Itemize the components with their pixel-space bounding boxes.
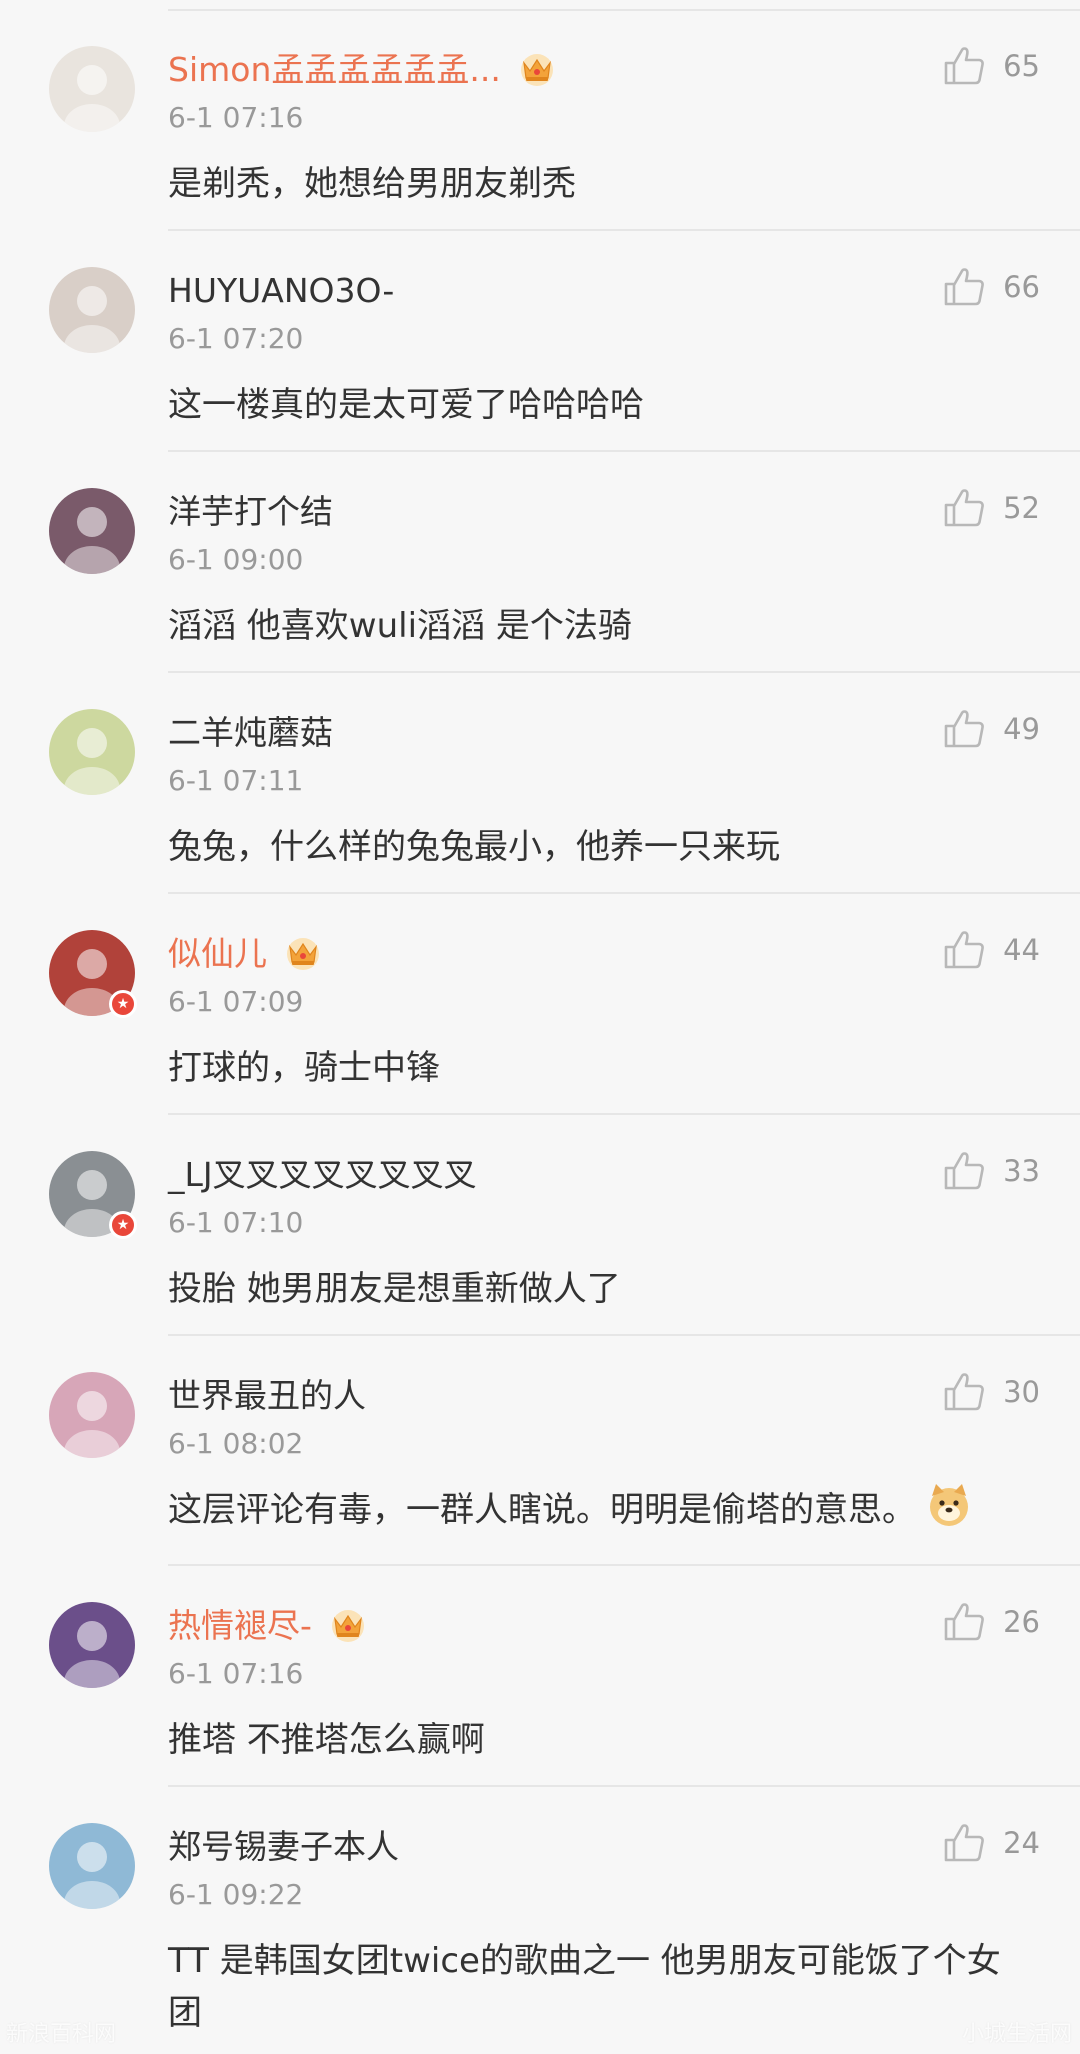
- avatar[interactable]: ★: [49, 1151, 137, 1239]
- like-button[interactable]: 33: [943, 1151, 1040, 1191]
- avatar-image: [49, 488, 135, 574]
- avatar[interactable]: [49, 46, 135, 132]
- comment-time: 6-1 07:16: [168, 1657, 304, 1690]
- comment-time: 6-1 07:20: [168, 322, 304, 355]
- comment-item: 世界最丑的人 6-1 08:02 这层评论有毒，一群人瞎说。明明是偷塔的意思。 …: [0, 1336, 1080, 1566]
- comment-time: 6-1 09:22: [168, 1878, 304, 1911]
- thumbs-up-icon: [944, 268, 984, 306]
- username[interactable]: Simon孟孟孟孟孟孟...: [168, 48, 557, 92]
- thumbs-up-icon: [944, 489, 984, 527]
- like-button[interactable]: 30: [943, 1372, 1040, 1412]
- avatar-image: [49, 267, 135, 353]
- like-count: 44: [1003, 933, 1040, 967]
- comment-text: 推塔 不推塔怎么赢啊: [168, 1720, 485, 1760]
- avatar[interactable]: ★: [49, 930, 137, 1018]
- username[interactable]: HUYUANO3O-: [168, 269, 394, 313]
- thumbs-up-icon: [944, 1373, 984, 1411]
- comment-text: 这层评论有毒，一群人瞎说。明明是偷塔的意思。: [168, 1483, 1030, 1536]
- avatar-portrait-icon: [49, 46, 135, 132]
- avatar-image: [49, 1602, 135, 1688]
- weibo-badge-icon: ★: [109, 990, 137, 1018]
- like-button[interactable]: 52: [943, 488, 1040, 528]
- avatar-portrait-icon: [49, 267, 135, 353]
- comment-text: 是剃秃，她想给男朋友剃秃: [168, 164, 576, 204]
- like-count: 26: [1003, 1605, 1040, 1639]
- comment-time: 6-1 09:00: [168, 543, 304, 576]
- comment-item: 洋芋打个结 6-1 09:00 滔滔 他喜欢wuli滔滔 是个法骑 52: [0, 452, 1080, 673]
- comment-item: Simon孟孟孟孟孟孟... 6-1 07:16 是剃秃，她想给男朋友剃秃 65: [0, 10, 1080, 231]
- username[interactable]: 二羊炖蘑菇: [168, 711, 333, 755]
- like-count: 66: [1003, 270, 1040, 304]
- thumbs-up-icon: [944, 931, 984, 969]
- comment-text: 滔滔 他喜欢wuli滔滔 是个法骑: [168, 606, 632, 646]
- watermark-left: 新浪百科网: [6, 2022, 117, 2047]
- comment-item: 郑号锡妻子本人 6-1 09:22 TT 是韩国女团twice的歌曲之一 他男朋…: [0, 1787, 1080, 2054]
- avatar-portrait-icon: [49, 1602, 135, 1688]
- like-button[interactable]: 24: [943, 1823, 1040, 1863]
- avatar[interactable]: [49, 267, 135, 353]
- like-count: 33: [1003, 1154, 1040, 1188]
- comment-text: TT 是韩国女团twice的歌曲之一 他男朋友可能饭了个女团: [168, 1941, 1001, 2033]
- thumbs-up-icon: [944, 1824, 984, 1862]
- avatar-portrait-icon: [49, 709, 135, 795]
- username[interactable]: 似仙儿: [168, 932, 323, 976]
- thumbs-up-icon: [944, 710, 984, 748]
- avatar-image: [49, 1823, 135, 1909]
- like-button[interactable]: 49: [943, 709, 1040, 749]
- comment-item: HUYUANO3O- 6-1 07:20 这一楼真的是太可爱了哈哈哈哈 66: [0, 231, 1080, 452]
- username[interactable]: 世界最丑的人: [168, 1374, 366, 1418]
- comment-item: ★ _LJ叉叉叉叉叉叉叉叉 6-1 07:10 投胎 她男朋友是想重新做人了 3…: [0, 1115, 1080, 1336]
- comment-time: 6-1 07:11: [168, 764, 304, 797]
- crown-icon: [520, 53, 553, 86]
- like-button[interactable]: 65: [943, 46, 1040, 86]
- username[interactable]: 郑号锡妻子本人: [168, 1825, 399, 1869]
- like-button[interactable]: 44: [943, 930, 1040, 970]
- thumbs-up-icon: [944, 1603, 984, 1641]
- username[interactable]: 热情褪尽-: [168, 1604, 368, 1648]
- avatar-portrait-icon: [49, 1372, 135, 1458]
- like-count: 49: [1003, 712, 1040, 746]
- doge-emoji-icon: [930, 1483, 968, 1526]
- watermark-right: 小城生活网: [961, 2022, 1072, 2047]
- comment-item: 二羊炖蘑菇 6-1 07:11 兔兔，什么样的兔兔最小，他养一只来玩 49: [0, 673, 1080, 894]
- comment-text: 这一楼真的是太可爱了哈哈哈哈: [168, 385, 644, 425]
- comment-list-page: Simon孟孟孟孟孟孟... 6-1 07:16 是剃秃，她想给男朋友剃秃 65…: [0, 0, 1080, 2054]
- avatar-image: [49, 1372, 135, 1458]
- avatar[interactable]: [49, 1372, 135, 1458]
- weibo-badge-icon: ★: [109, 1211, 137, 1239]
- comment-time: 6-1 07:09: [168, 985, 304, 1018]
- avatar[interactable]: [49, 1602, 135, 1688]
- avatar[interactable]: [49, 488, 135, 574]
- username[interactable]: 洋芋打个结: [168, 490, 333, 534]
- thumbs-up-icon: [944, 1152, 984, 1190]
- avatar-portrait-icon: [49, 1823, 135, 1909]
- comment-time: 6-1 07:16: [168, 101, 304, 134]
- avatar-portrait-icon: [49, 488, 135, 574]
- crown-icon: [331, 1609, 364, 1642]
- like-button[interactable]: 66: [943, 267, 1040, 307]
- comment-item: 热情褪尽- 6-1 07:16 推塔 不推塔怎么赢啊 26: [0, 1566, 1080, 1787]
- thumbs-up-icon: [944, 47, 984, 85]
- comment-time: 6-1 07:10: [168, 1206, 304, 1239]
- like-count: 52: [1003, 491, 1040, 525]
- like-count: 65: [1003, 49, 1040, 83]
- comment-text: 打球的，骑士中锋: [168, 1048, 440, 1088]
- username[interactable]: _LJ叉叉叉叉叉叉叉叉: [168, 1153, 477, 1197]
- like-count: 24: [1003, 1826, 1040, 1860]
- avatar-image: [49, 709, 135, 795]
- avatar-image: [49, 46, 135, 132]
- like-button[interactable]: 26: [943, 1602, 1040, 1642]
- comment-item: ★ 似仙儿 6-1 07:09 打球的，骑士中锋 44: [0, 894, 1080, 1115]
- comment-time: 6-1 08:02: [168, 1427, 304, 1460]
- crown-icon: [287, 937, 319, 970]
- comment-text: 兔兔，什么样的兔兔最小，他养一只来玩: [168, 827, 780, 867]
- avatar[interactable]: [49, 709, 135, 795]
- like-count: 30: [1003, 1375, 1040, 1409]
- comment-text: 投胎 她男朋友是想重新做人了: [168, 1269, 621, 1309]
- avatar[interactable]: [49, 1823, 135, 1909]
